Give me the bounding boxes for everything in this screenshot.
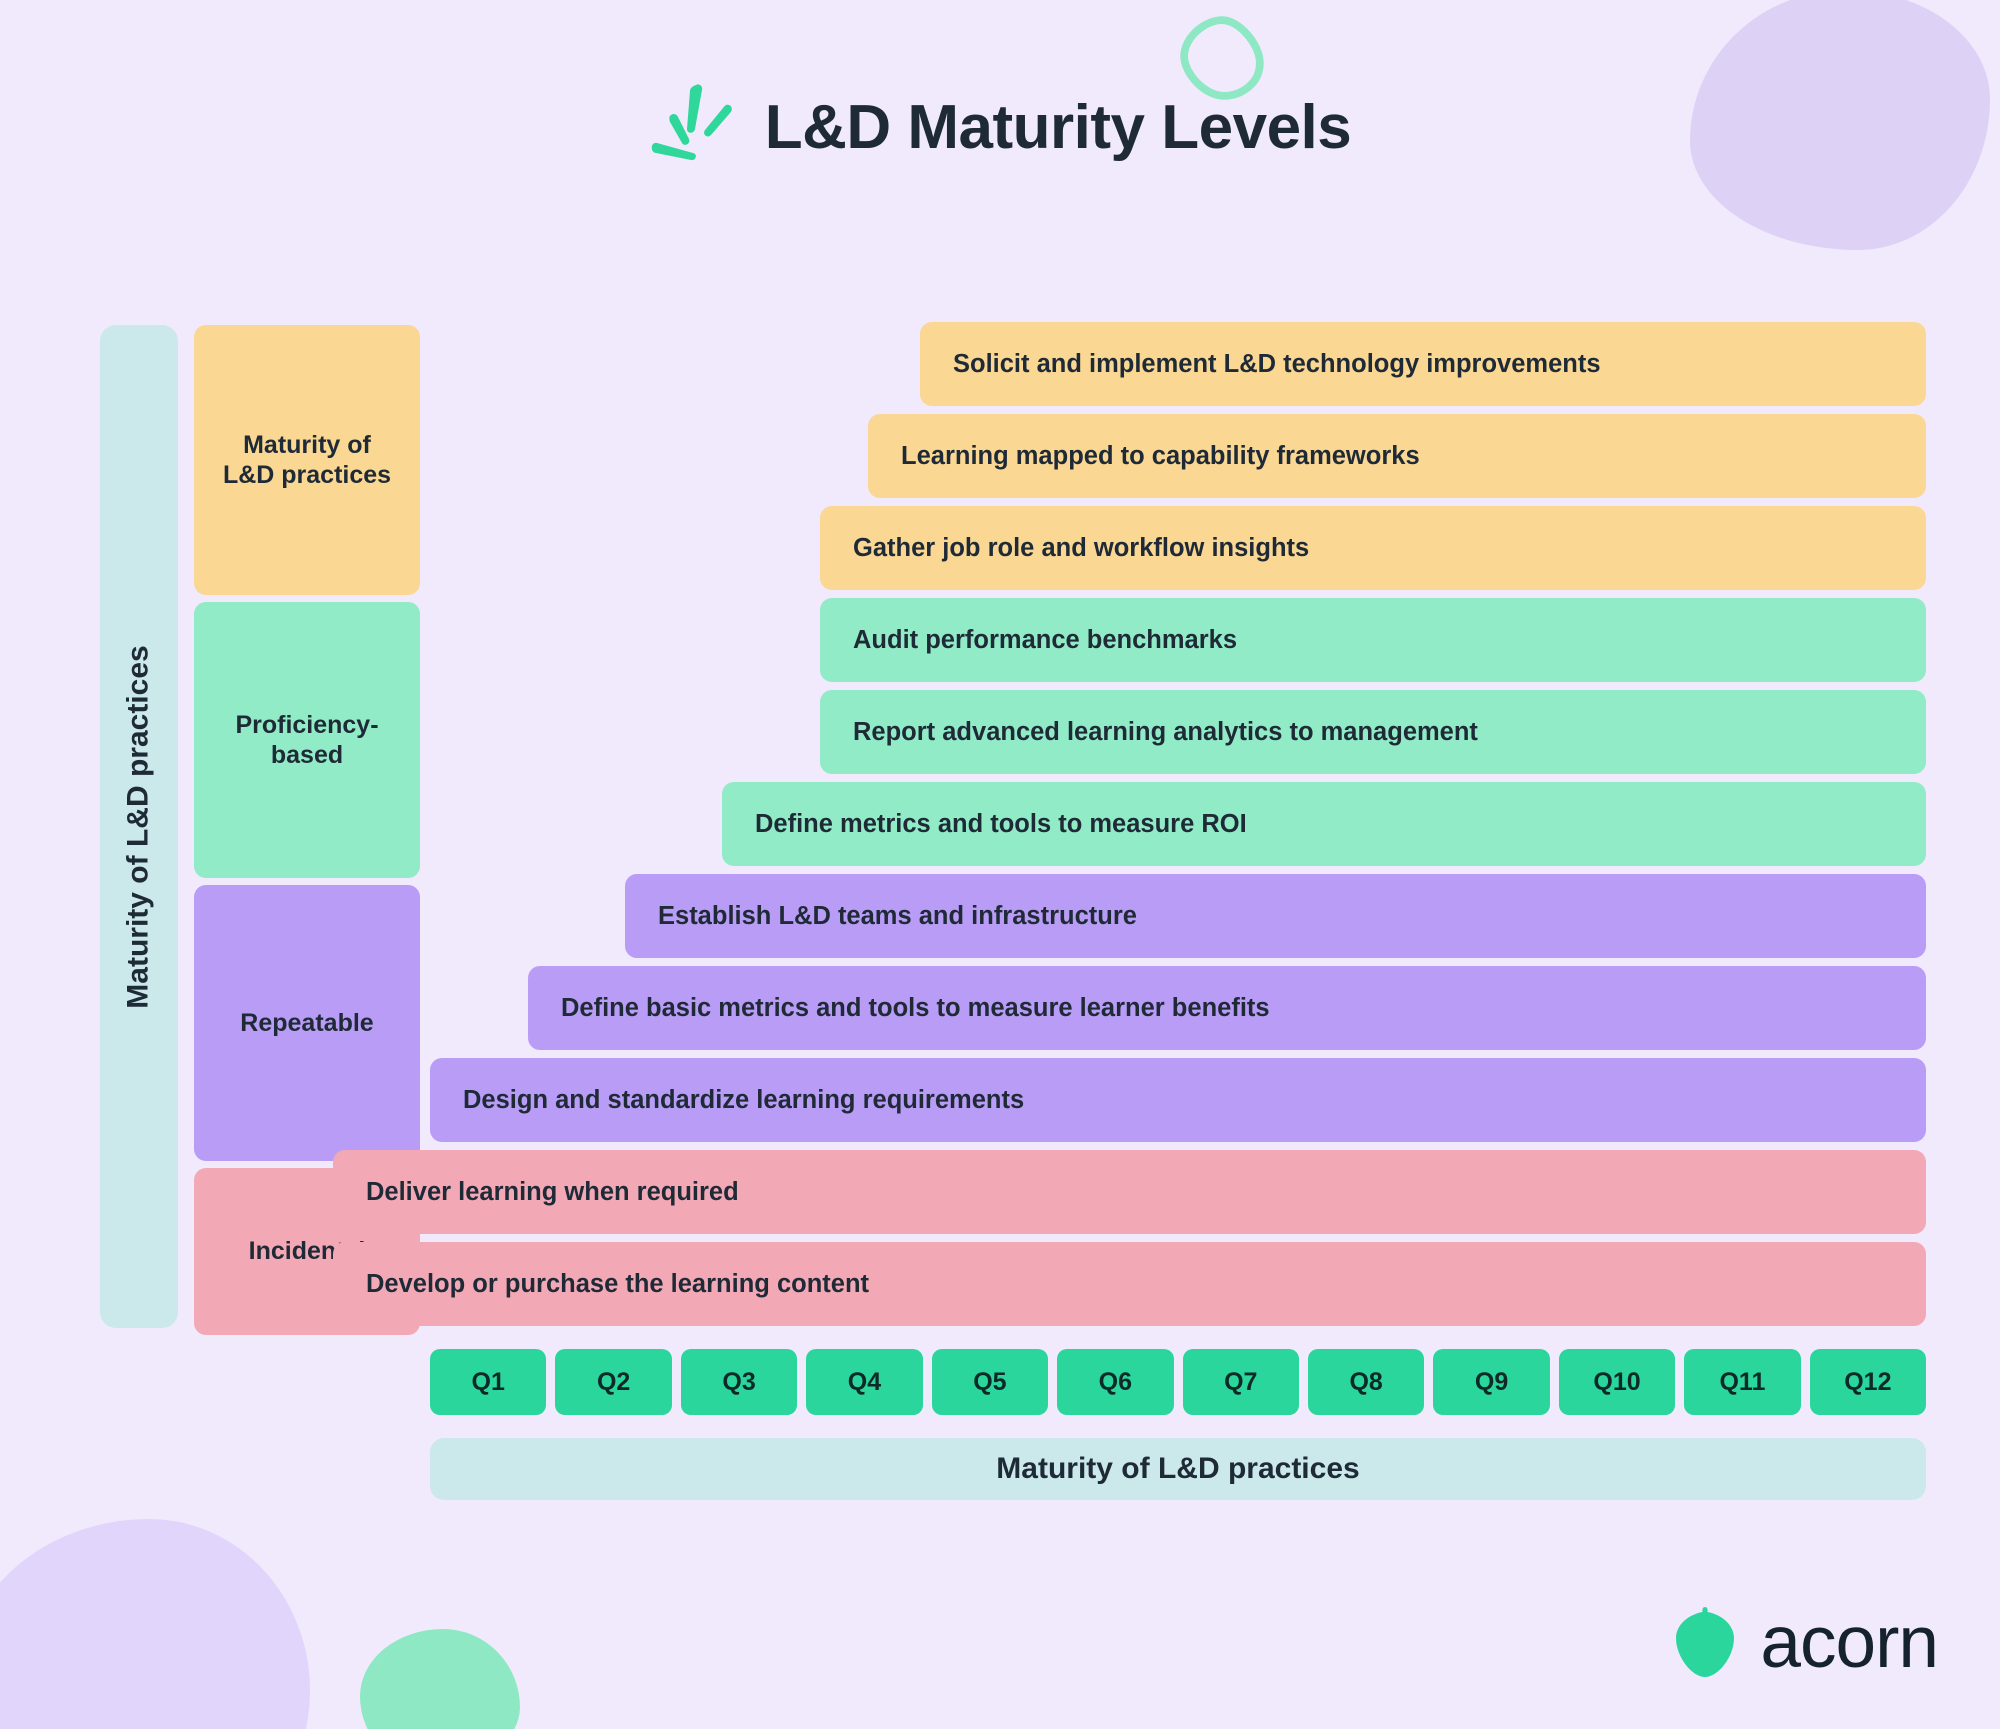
acorn-icon — [1676, 1607, 1735, 1677]
quarter-chip-q5: Q5 — [931, 1349, 1049, 1415]
x-axis-label: Maturity of L&D practices — [996, 1452, 1360, 1485]
bar: Define metrics and tools to measure ROI — [722, 782, 1926, 866]
bar-row: Deliver learning when required — [0, 1150, 2000, 1234]
bar-row: Report advanced learning analytics to ma… — [0, 690, 2000, 774]
bar-label: Learning mapped to capability frameworks — [901, 441, 1420, 470]
bar: Develop or purchase the learning content — [333, 1242, 1926, 1326]
bar-row: Audit performance benchmarks — [0, 598, 2000, 682]
quarter-chip-q9: Q9 — [1433, 1349, 1550, 1415]
bar-row: Gather job role and workflow insights — [0, 506, 2000, 590]
quarter-chip-q7: Q7 — [1182, 1349, 1299, 1415]
bar: Define basic metrics and tools to measur… — [528, 966, 1926, 1050]
quarter-chip-q4: Q4 — [806, 1349, 923, 1415]
bar-label: Define basic metrics and tools to measur… — [561, 993, 1270, 1022]
bar: Solicit and implement L&D technology imp… — [920, 322, 1926, 406]
bar-label: Define metrics and tools to measure ROI — [755, 809, 1247, 838]
bar: Deliver learning when required — [333, 1150, 1926, 1234]
quarter-chip-q1: Q1 — [430, 1349, 547, 1415]
bar-row: Define metrics and tools to measure ROI — [0, 782, 2000, 866]
bar-rows: Solicit and implement L&D technology imp… — [0, 322, 2000, 1334]
bar-label: Solicit and implement L&D technology imp… — [953, 349, 1601, 378]
bar-row: Design and standardize learning requirem… — [0, 1058, 2000, 1142]
infographic-canvas: L&D Maturity Levels Maturity of L&D prac… — [0, 0, 2000, 1729]
bar-row: Develop or purchase the learning content — [0, 1242, 2000, 1326]
quarter-chip-q12: Q12 — [1809, 1349, 1927, 1415]
bar-row: Establish L&D teams and infrastructure — [0, 874, 2000, 958]
quarter-chip-q10: Q10 — [1558, 1349, 1676, 1415]
bar-label: Develop or purchase the learning content — [366, 1269, 870, 1298]
bar-row: Define basic metrics and tools to measur… — [0, 966, 2000, 1050]
acorn-wordmark: acorn — [1760, 1601, 1939, 1683]
bar: Audit performance benchmarks — [820, 598, 1926, 682]
bar-label: Report advanced learning analytics to ma… — [853, 717, 1478, 746]
chart-area: Maturity of L&D practices Maturity of L&D… — [0, 0, 2000, 1729]
quarter-chip-q2: Q2 — [555, 1349, 672, 1415]
quarter-chip-q11: Q11 — [1684, 1349, 1801, 1415]
bar-label: Gather job role and workflow insights — [853, 533, 1310, 562]
bar: Establish L&D teams and infrastructure — [625, 874, 1926, 958]
x-axis-strip: Maturity of L&D practices — [430, 1438, 1926, 1500]
bar-label: Audit performance benchmarks — [853, 625, 1238, 654]
bar-row: Solicit and implement L&D technology imp… — [0, 322, 2000, 406]
bar: Report advanced learning analytics to ma… — [820, 690, 1926, 774]
quarter-chip-q6: Q6 — [1057, 1349, 1174, 1415]
bar: Gather job role and workflow insights — [820, 506, 1926, 590]
quarter-chip-q8: Q8 — [1307, 1349, 1425, 1415]
quarter-axis: Q1 Q2 Q3 Q4 Q5 Q6 Q7 Q8 Q9 Q10 Q11 Q12 — [430, 1349, 1927, 1415]
bar-row: Learning mapped to capability frameworks — [0, 414, 2000, 498]
bar: Design and standardize learning requirem… — [430, 1058, 1926, 1142]
bar-label: Design and standardize learning requirem… — [463, 1085, 1025, 1114]
bar-label: Establish L&D teams and infrastructure — [658, 901, 1137, 930]
quarter-chip-q3: Q3 — [680, 1349, 798, 1415]
bar-label: Deliver learning when required — [366, 1177, 739, 1206]
acorn-logo: acorn — [1672, 1601, 1939, 1683]
bar: Learning mapped to capability frameworks — [868, 414, 1926, 498]
